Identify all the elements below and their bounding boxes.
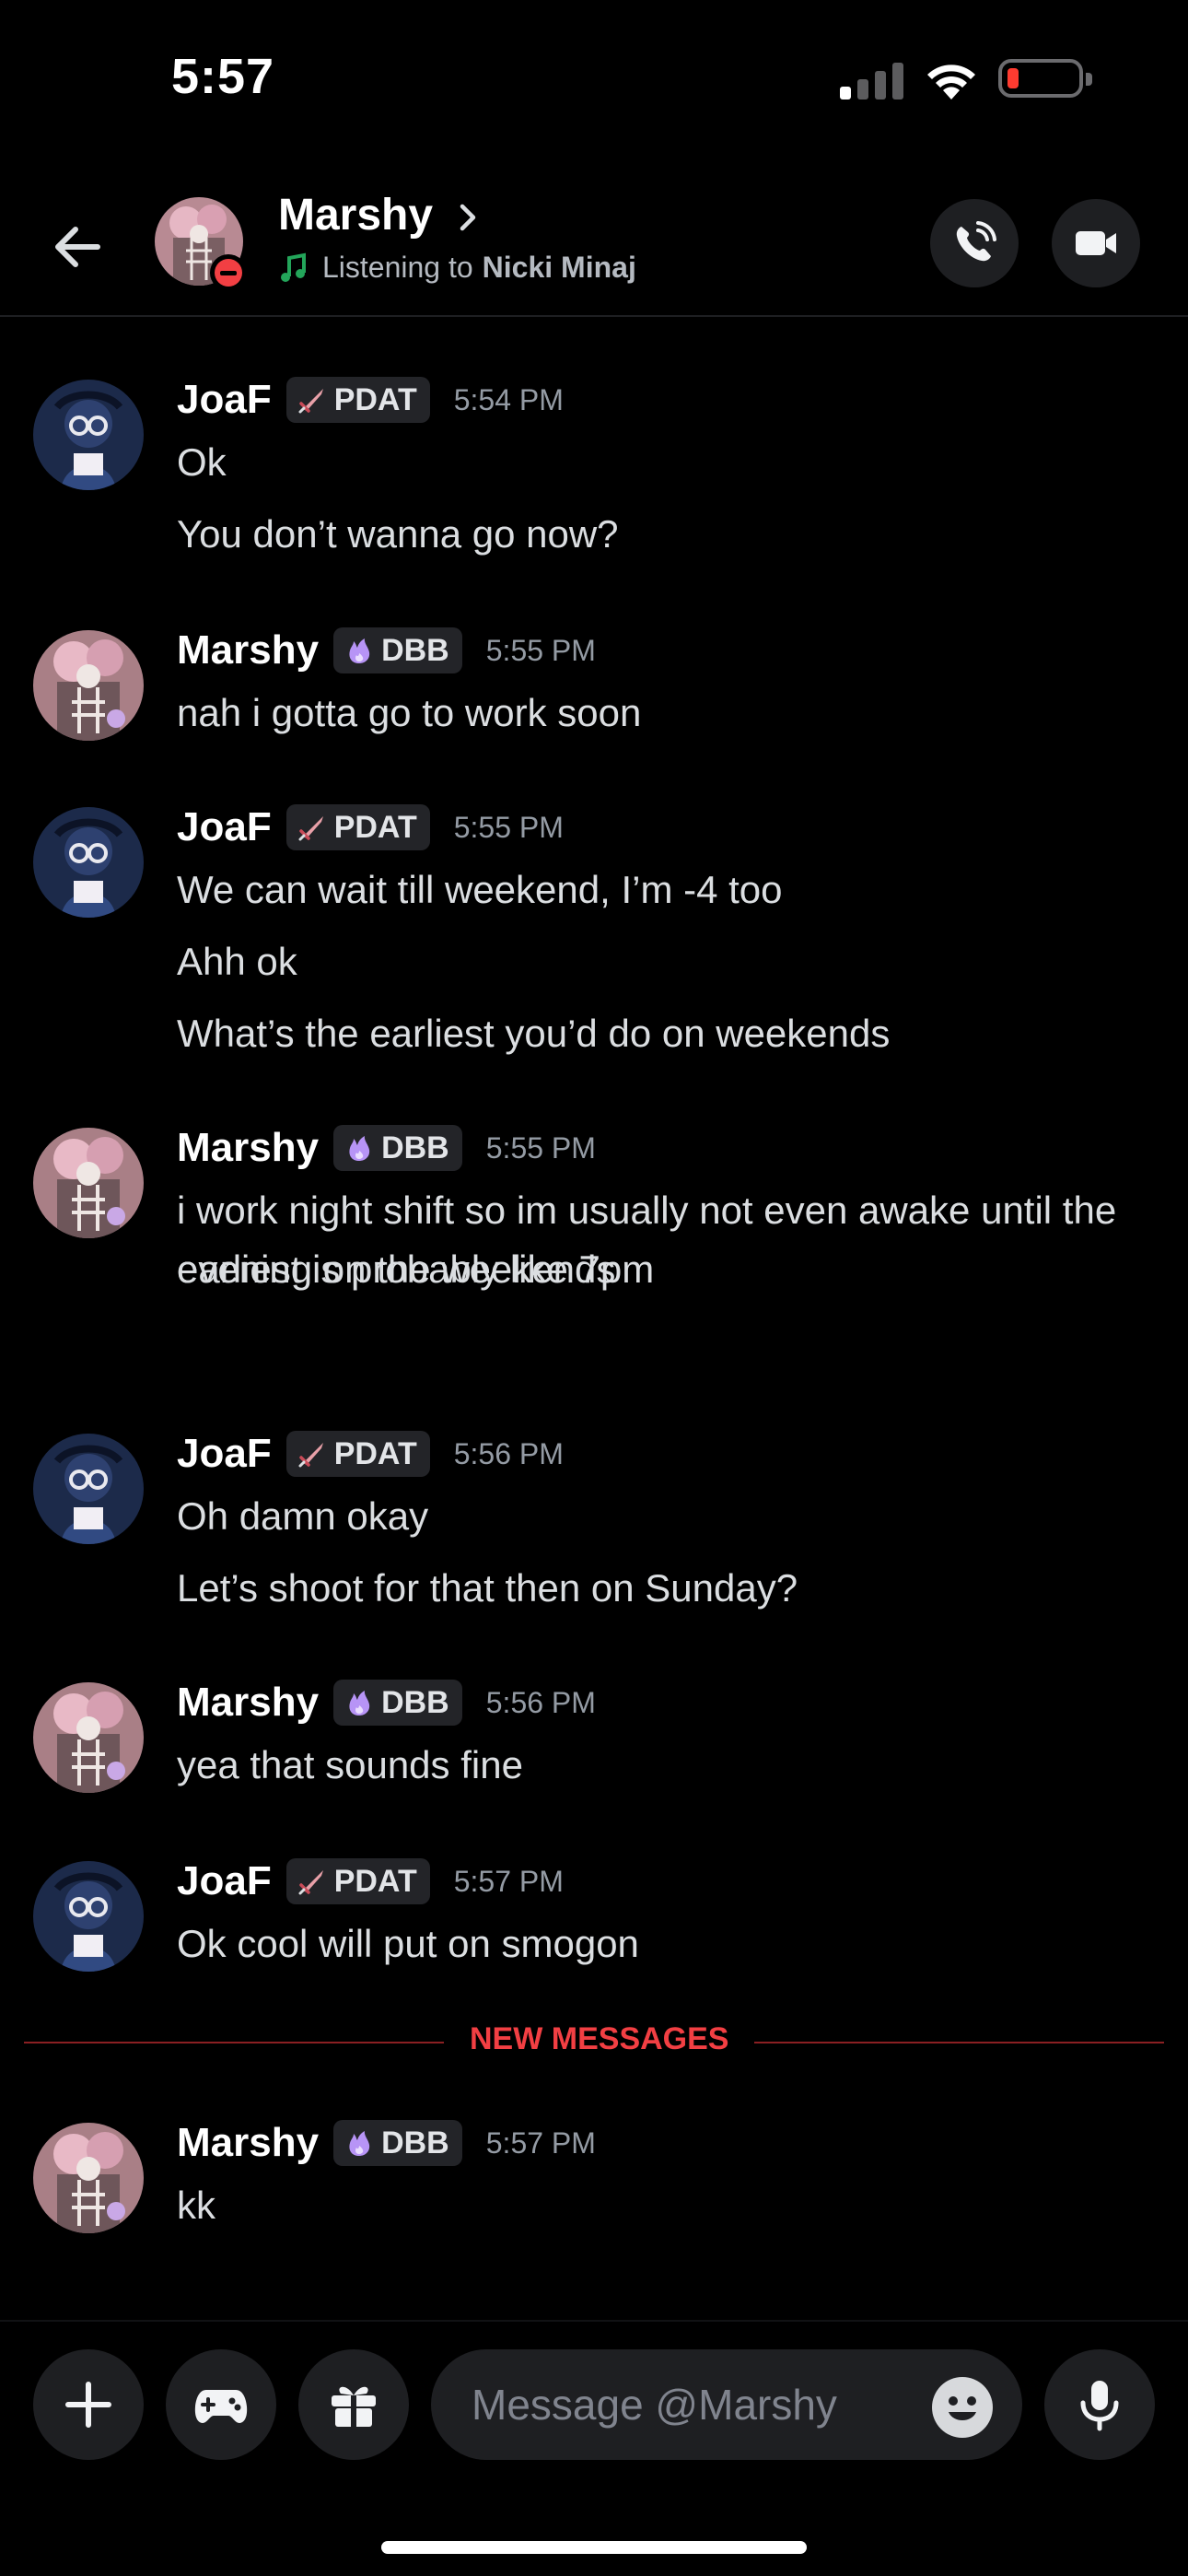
message-author[interactable]: JoaF xyxy=(177,1431,272,1477)
avatar[interactable] xyxy=(33,630,144,741)
clan-tag-badge[interactable]: DBB xyxy=(333,2120,462,2166)
message-timestamp: 5:56 PM xyxy=(453,1436,564,1470)
avatar[interactable] xyxy=(33,1434,144,1544)
back-arrow-icon[interactable] xyxy=(44,214,111,280)
message-author[interactable]: JoaF xyxy=(177,377,272,423)
wifi-icon xyxy=(927,64,975,100)
activity-prefix: Listening to xyxy=(322,251,473,284)
clan-tag-label: PDAT xyxy=(333,1435,417,1471)
clan-tag-label: PDAT xyxy=(333,1863,417,1899)
new-messages-label: NEW MESSAGES xyxy=(444,2021,755,2057)
avatar[interactable] xyxy=(33,2123,144,2233)
message-text[interactable]: What’s the earliest you’d do on weekends xyxy=(177,1004,1162,1063)
clan-tag-badge[interactable]: DBB xyxy=(333,627,462,673)
microphone-icon xyxy=(1080,2381,1119,2431)
sword-icon xyxy=(298,1443,323,1468)
dm-header: Marshy Listening to Nicki Minaj xyxy=(0,181,1188,317)
voice-message-button[interactable] xyxy=(1044,2349,1155,2460)
clan-tag-label: DBB xyxy=(381,1684,449,1720)
message-header: Marshy DBB 5:55 PM xyxy=(177,623,596,678)
message-author[interactable]: JoaF xyxy=(177,804,272,850)
message-author[interactable]: Marshy xyxy=(177,627,319,673)
activities-button[interactable] xyxy=(166,2349,276,2460)
message-timestamp: 5:55 PM xyxy=(485,1130,596,1165)
avatar[interactable] xyxy=(33,1861,144,1972)
avatar[interactable] xyxy=(33,380,144,490)
message-timestamp: 5:54 PM xyxy=(453,382,564,416)
battery-icon xyxy=(998,59,1092,98)
gift-icon xyxy=(332,2386,376,2427)
emoji-button[interactable] xyxy=(932,2377,993,2438)
message-timestamp: 5:56 PM xyxy=(485,1685,596,1719)
message-text[interactable]: Ok xyxy=(177,433,1162,492)
avatar[interactable] xyxy=(33,1128,144,1238)
message-text[interactable]: Let’s shoot for that then on Sunday? xyxy=(177,1559,1162,1618)
flame-icon xyxy=(349,1691,370,1715)
message-text[interactable]: Ahh ok xyxy=(177,932,1162,991)
gamepad-icon xyxy=(194,2390,248,2423)
avatar[interactable] xyxy=(33,807,144,918)
clan-tag-badge[interactable]: DBB xyxy=(333,1125,462,1171)
message-text[interactable]: We can wait till weekend, I’m -4 too xyxy=(177,861,1162,919)
clan-tag-badge[interactable]: PDAT xyxy=(285,804,430,850)
sword-icon xyxy=(298,816,323,841)
home-indicator[interactable] xyxy=(381,2541,807,2554)
clan-tag-badge[interactable]: PDAT xyxy=(285,1858,430,1904)
phone-call-icon xyxy=(956,221,996,262)
clan-tag-label: DBB xyxy=(381,632,449,668)
voice-call-button[interactable] xyxy=(930,199,1019,287)
message-text[interactable]: Oh damn okay xyxy=(177,1487,1162,1546)
message-author[interactable]: Marshy xyxy=(177,2120,319,2166)
chevron-right-icon[interactable] xyxy=(453,199,484,236)
message-text[interactable]: You don’t wanna go now? xyxy=(177,505,1162,564)
smiley-icon xyxy=(949,2396,976,2420)
cellular-signal-icon xyxy=(840,61,904,100)
clan-tag-label: DBB xyxy=(381,1130,449,1165)
video-call-button[interactable] xyxy=(1052,199,1140,287)
message-header: Marshy DBB 5:55 PM xyxy=(177,1120,596,1176)
flame-icon xyxy=(349,638,370,663)
clan-tag-label: PDAT xyxy=(333,381,417,417)
message-text[interactable]: earliest is probably like 7pm xyxy=(177,1240,1162,1299)
message-timestamp: 5:55 PM xyxy=(485,633,596,667)
clan-tag-label: PDAT xyxy=(333,809,417,845)
message-composer xyxy=(0,2320,1188,2576)
message-timestamp: 5:57 PM xyxy=(453,1864,564,1898)
gift-button[interactable] xyxy=(298,2349,409,2460)
message-text[interactable]: Ok cool will put on smogon xyxy=(177,1914,1162,1973)
message-timestamp: 5:57 PM xyxy=(485,2125,596,2160)
music-note-icon xyxy=(281,252,306,282)
flame-icon xyxy=(349,1136,370,1161)
clan-tag-badge[interactable]: PDAT xyxy=(285,1431,430,1477)
clan-tag-badge[interactable]: PDAT xyxy=(285,377,430,423)
message-header: JoaF PDAT 5:57 PM xyxy=(177,1854,564,1909)
sword-icon xyxy=(298,1870,323,1895)
message-author[interactable]: JoaF xyxy=(177,1858,272,1904)
message-text[interactable]: yea that sounds fine xyxy=(177,1736,1162,1795)
message-header: Marshy DBB 5:57 PM xyxy=(177,2115,596,2171)
message-text[interactable]: kk xyxy=(177,2176,1162,2235)
flame-icon xyxy=(349,2131,370,2156)
message-author[interactable]: Marshy xyxy=(177,1680,319,1726)
message-header: JoaF PDAT 5:55 PM xyxy=(177,800,564,855)
message-header: JoaF PDAT 5:54 PM xyxy=(177,372,564,427)
message-header: JoaF PDAT 5:56 PM xyxy=(177,1426,564,1481)
clan-tag-label: DBB xyxy=(381,2125,449,2160)
status-time: 5:57 xyxy=(171,49,275,104)
message-author[interactable]: Marshy xyxy=(177,1125,319,1171)
dm-title[interactable]: Marshy xyxy=(278,190,433,240)
message-timestamp: 5:55 PM xyxy=(453,810,564,844)
activity-status: Listening to Nicki Minaj xyxy=(278,251,636,285)
activity-artist: Nicki Minaj xyxy=(482,251,636,284)
avatar[interactable] xyxy=(33,1682,144,1793)
message-header: Marshy DBB 5:56 PM xyxy=(177,1675,596,1730)
status-bar: 5:57 xyxy=(0,0,1188,157)
message-text[interactable]: nah i gotta go to work soon xyxy=(177,684,1162,743)
add-attachment-button[interactable] xyxy=(33,2349,144,2460)
dnd-status-icon xyxy=(210,254,247,291)
plus-icon xyxy=(65,2382,111,2428)
clan-tag-badge[interactable]: DBB xyxy=(333,1680,462,1726)
video-camera-icon xyxy=(1076,231,1116,255)
sword-icon xyxy=(298,389,323,414)
